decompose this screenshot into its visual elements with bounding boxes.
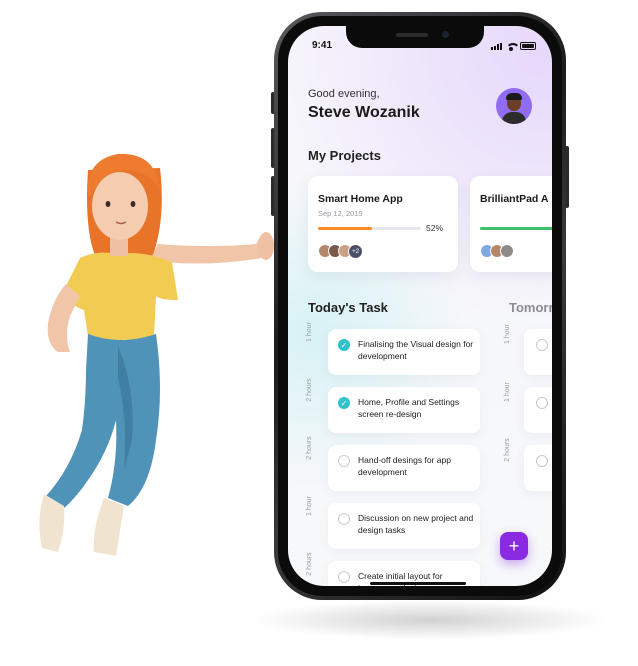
task-duration: 1 hour [306,322,313,342]
tomorrow-task-card[interactable] [524,329,552,375]
project-progress-fill [480,227,552,230]
project-name: BrilliantPad A [480,193,549,205]
task-checkbox[interactable] [338,571,350,583]
task-duration: 1 hour [504,324,511,344]
home-indicator [370,582,466,585]
task-card[interactable]: Hand-off desings for app development [328,445,480,491]
phone-bezel: 9:41 Good evening, Steve Wozanik My Proj… [278,16,562,596]
right-shoe [93,498,124,556]
task-card[interactable]: ✓ Finalising the Visual design for devel… [328,329,480,375]
phone-shadow [250,600,610,640]
task-checkbox[interactable]: ✓ [338,339,350,351]
task-duration: 1 hour [504,382,511,402]
project-members[interactable] [480,244,514,258]
tomorrow-task-card[interactable] [524,387,552,433]
task-checkbox[interactable] [338,513,350,525]
task-duration: 2 hours [504,438,511,462]
avatar-hair [506,93,522,100]
battery-icon [520,42,536,50]
face [92,172,148,240]
left-arm [47,284,80,352]
right-eye [130,201,136,207]
status-time: 9:41 [312,40,333,51]
greeting-text: Good evening, [308,88,380,100]
task-checkbox[interactable] [536,397,548,409]
task-row: 1 hour ✓ Finalising the Visual design fo… [306,322,480,375]
add-task-button[interactable]: + [500,532,528,560]
member-avatar [500,244,514,258]
todays-task-title: Today's Task [308,300,388,315]
task-duration: 2 hours [306,378,313,402]
task-checkbox[interactable] [536,339,548,351]
task-checkbox[interactable] [536,455,548,467]
notch [346,26,484,48]
my-projects-title: My Projects [308,148,381,163]
task-checkbox[interactable] [338,455,350,467]
pants [46,334,160,510]
plus-icon: + [508,536,520,556]
phone-frame: 9:41 Good evening, Steve Wozanik My Proj… [274,12,566,600]
task-row: 2 hours ✓ Home, Profile and Settings scr… [306,378,480,433]
project-progress-label: 52% [426,223,444,233]
project-date: Sep 12, 2019 [318,209,363,218]
task-card[interactable]: Discussion on new project and design tas… [328,503,480,549]
project-progress-track [480,227,552,230]
raised-hand [258,232,274,260]
front-camera [442,31,449,38]
task-row: 1 hour Discussion on new project and des… [306,496,480,549]
user-name: Steve Wozanik [308,104,420,121]
task-text: Home, Profile and Settings screen re-des… [358,397,460,419]
task-duration: 2 hours [306,436,313,460]
status-icons [491,42,536,51]
task-text: Discussion on new project and design tas… [358,513,474,535]
task-row: 2 hours Hand-off desings for app develop… [306,436,480,491]
task-text: Finalising the Visual design for develop… [358,339,474,361]
project-name: Smart Home App [318,193,403,205]
character-illustration [39,153,274,556]
left-eye [105,201,111,207]
tomorrow-title: Tomorr [509,300,552,315]
project-progress-track [318,227,421,230]
shirt [64,252,178,340]
project-card[interactable]: Smart Home App Sep 12, 2019 52% +2 [308,176,458,272]
task-duration: 1 hour [306,496,313,516]
app-screen: 9:41 Good evening, Steve Wozanik My Proj… [288,26,552,586]
avatar-body [502,112,526,124]
project-progress-fill [318,227,372,230]
tomorrow-task-card[interactable] [524,445,552,491]
project-members[interactable]: +2 [318,244,363,259]
task-checkbox[interactable]: ✓ [338,397,350,409]
raised-arm [150,233,272,264]
wifi-icon [506,42,520,51]
task-card[interactable]: ✓ Home, Profile and Settings screen re-d… [328,387,480,433]
project-card[interactable]: BrilliantPad A [470,176,552,272]
profile-avatar[interactable] [496,88,532,124]
more-members-badge: +2 [348,244,363,259]
task-text: Hand-off desings for app development [358,455,451,477]
task-duration: 2 hours [306,552,313,576]
earpiece [396,33,428,37]
signal-icon [491,42,502,50]
stage: 9:41 Good evening, Steve Wozanik My Proj… [0,0,638,666]
